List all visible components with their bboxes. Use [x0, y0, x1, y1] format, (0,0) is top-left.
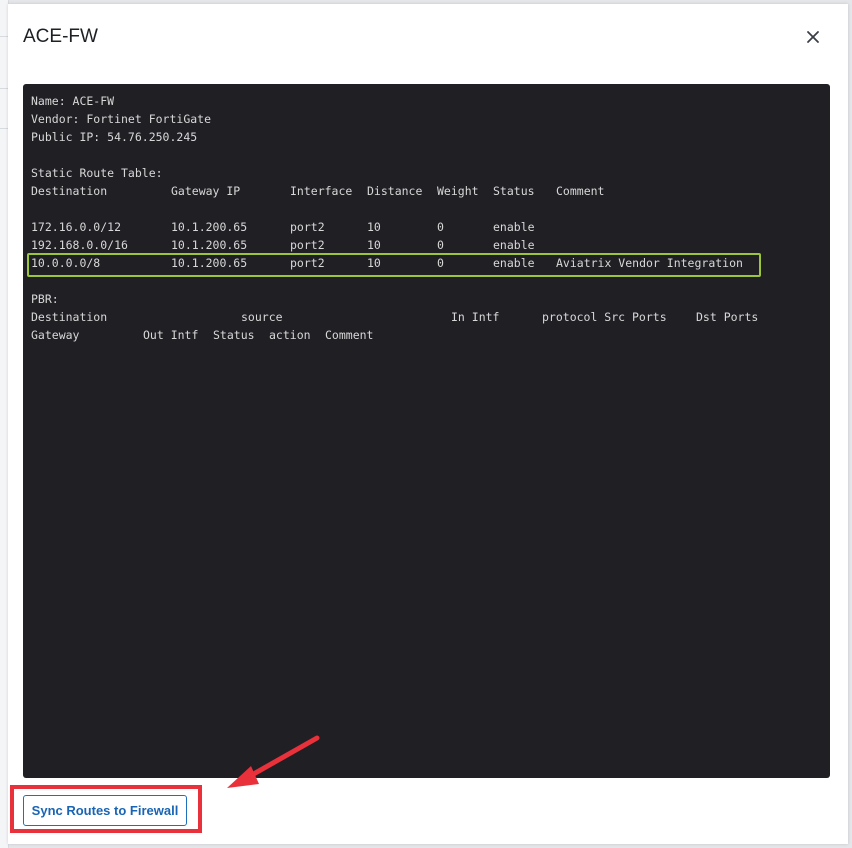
header-weight: Weight	[437, 184, 479, 198]
route-distance: 10	[367, 256, 381, 270]
name-line: Name: ACE-FW	[31, 94, 115, 108]
pbr-header-dst-ports: Dst Ports	[696, 310, 759, 324]
pbr-header-action: action	[269, 328, 311, 342]
route-interface: port2	[290, 220, 325, 234]
route-status: enable	[493, 256, 535, 270]
header-interface: Interface	[290, 184, 353, 198]
route-interface: port2	[290, 238, 325, 252]
vendor-line: Vendor: Fortinet FortiGate	[31, 112, 212, 126]
route-output-terminal: Name: ACE-FW Vendor: Fortinet FortiGate …	[23, 84, 830, 778]
route-gateway-ip: 10.1.200.65	[171, 220, 248, 234]
header-distance: Distance	[367, 184, 423, 198]
sync-routes-button[interactable]: Sync Routes to Firewall	[23, 795, 187, 826]
pbr-header-comment: Comment	[325, 328, 374, 342]
route-comment: Aviatrix Vendor Integration	[556, 256, 743, 270]
header-destination: Destination	[31, 184, 108, 198]
pbr-header-gateway: Gateway	[31, 328, 80, 342]
close-icon	[807, 31, 819, 43]
route-gateway-ip: 10.1.200.65	[171, 238, 248, 252]
route-destination: 172.16.0.0/12	[31, 220, 122, 234]
route-status: enable	[493, 220, 535, 234]
route-weight: 0	[437, 256, 444, 270]
route-interface: port2	[290, 256, 325, 270]
route-gateway-ip: 10.1.200.65	[171, 256, 248, 270]
route-weight: 0	[437, 238, 444, 252]
pbr-header-out-intf: Out Intf	[143, 328, 199, 342]
header-status: Status	[493, 184, 535, 198]
modal-title: ACE-FW	[23, 26, 98, 47]
pbr-header-protocol-src-ports: protocol Src Ports	[542, 310, 667, 324]
public-ip-line: Public IP: 54.76.250.245	[31, 130, 198, 144]
pbr-header-status: Status	[213, 328, 255, 342]
background-divider	[0, 128, 8, 129]
static-route-title: Static Route Table:	[31, 166, 163, 180]
route-status: enable	[493, 238, 535, 252]
route-destination: 10.0.0.0/8	[31, 256, 101, 270]
close-button[interactable]	[800, 24, 826, 50]
pbr-header-destination: Destination	[31, 310, 108, 324]
pbr-header-source: source	[241, 310, 283, 324]
background-divider	[0, 36, 8, 37]
firewall-details-modal: ACE-FW Name: ACE-FW Vendor: Fortinet For…	[8, 4, 848, 844]
header-comment: Comment	[556, 184, 605, 198]
annotation-arrow-icon	[227, 735, 320, 788]
route-distance: 10	[367, 238, 381, 252]
route-weight: 0	[437, 220, 444, 234]
pbr-title: PBR:	[31, 292, 59, 306]
header-gateway-ip: Gateway IP	[171, 184, 241, 198]
background-divider	[0, 88, 8, 89]
pbr-header-in-intf: In Intf	[451, 310, 500, 324]
route-destination: 192.168.0.0/16	[31, 238, 128, 252]
route-distance: 10	[367, 220, 381, 234]
